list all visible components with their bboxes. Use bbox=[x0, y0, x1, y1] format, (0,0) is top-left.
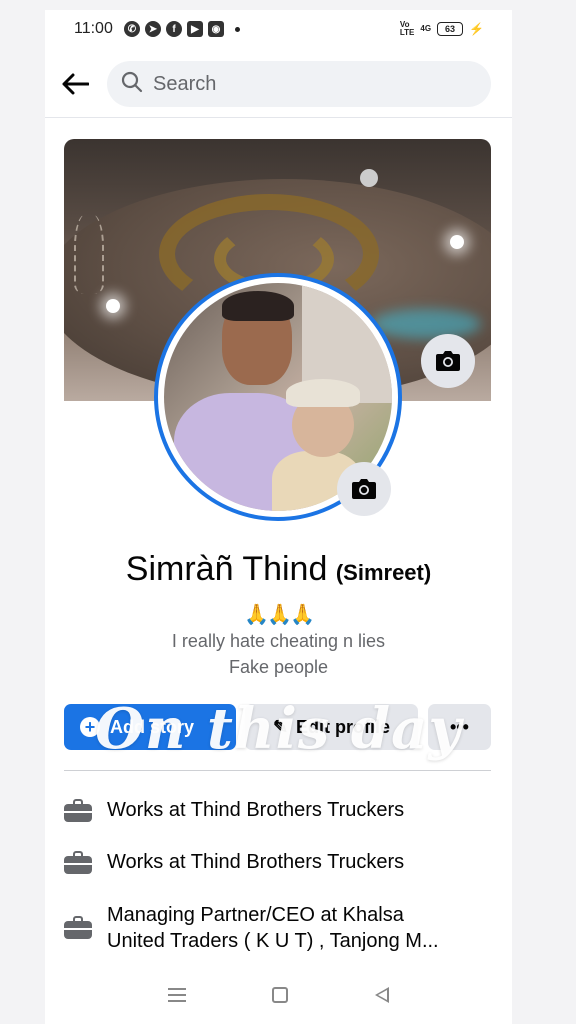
system-nav-bar bbox=[45, 970, 512, 1020]
divider bbox=[64, 770, 491, 771]
battery-icon: 63 bbox=[437, 22, 464, 36]
nav-back-icon[interactable] bbox=[374, 987, 389, 1003]
on-this-day-overlay: On this day bbox=[95, 696, 462, 762]
edit-cover-camera-button[interactable] bbox=[421, 334, 475, 388]
camera-icon bbox=[436, 351, 460, 371]
detail-text-line-1: Managing Partner/CEO at Khalsa bbox=[107, 904, 404, 926]
telegram-icon: ➤ bbox=[145, 21, 161, 37]
profile-name: Simràñ Thind bbox=[125, 550, 328, 588]
facebook-icon: f bbox=[166, 21, 182, 37]
phone-screen: 11:00 ✆ ➤ f ▶ ◉ Vo LTE 4G 63 ⚡ Search Si… bbox=[45, 10, 512, 1024]
search-icon bbox=[121, 71, 143, 98]
overlay-date: 29 Jun 2023 bbox=[221, 776, 336, 798]
detail-text: Works at Thind Brothers Truckers bbox=[107, 799, 405, 821]
bio-line-1: I really hate cheating n lies bbox=[171, 631, 386, 651]
briefcase-icon bbox=[64, 916, 92, 939]
status-time: 11:00 bbox=[74, 20, 113, 37]
briefcase-icon bbox=[64, 851, 92, 874]
profile-name-row: Simràñ Thind (Simreet) bbox=[45, 550, 512, 589]
bio-line-2: Fake people bbox=[228, 657, 329, 677]
detail-work-3[interactable]: Managing Partner/CEO at Khalsa United Tr… bbox=[64, 902, 494, 954]
back-arrow-icon[interactable] bbox=[59, 68, 91, 100]
system-indicators: Vo LTE 4G 63 ⚡ bbox=[400, 21, 484, 37]
recent-apps-icon[interactable] bbox=[168, 988, 187, 1002]
camera-icon bbox=[352, 479, 376, 499]
signal-icon: 4G bbox=[420, 24, 432, 33]
detail-text-line-2: United Traders ( K U T) , Tanjong M... bbox=[107, 930, 439, 952]
status-bar: 11:00 ✆ ➤ f ▶ ◉ Vo LTE 4G 63 ⚡ bbox=[45, 10, 512, 50]
search-placeholder: Search bbox=[153, 72, 217, 95]
charging-icon: ⚡ bbox=[469, 22, 484, 36]
notification-icons: ✆ ➤ f ▶ ◉ bbox=[124, 21, 240, 37]
detail-work-2[interactable]: Works at Thind Brothers Truckers bbox=[64, 849, 494, 875]
praying-hands-emoji: 🙏🙏🙏 bbox=[244, 604, 315, 626]
more-notifications-dot bbox=[235, 26, 240, 32]
profile-bio: I really hate cheating n lies Fake peopl… bbox=[45, 628, 512, 680]
home-icon[interactable] bbox=[272, 987, 289, 1003]
edit-profile-picture-camera-button[interactable] bbox=[337, 462, 391, 516]
search-header: Search bbox=[45, 58, 512, 118]
whatsapp-icon: ✆ bbox=[124, 21, 140, 37]
detail-text: Works at Thind Brothers Truckers bbox=[107, 851, 405, 873]
search-input[interactable]: Search bbox=[107, 61, 491, 107]
briefcase-icon bbox=[64, 799, 92, 822]
youtube-icon: ▶ bbox=[187, 21, 203, 37]
detail-work-1[interactable]: Works at Thind Brothers Truckers bbox=[64, 797, 494, 823]
volte-indicator: Vo LTE bbox=[399, 20, 415, 37]
profile-alternate-name: (Simreet) bbox=[335, 560, 432, 585]
app-notification-icon: ◉ bbox=[208, 21, 224, 37]
